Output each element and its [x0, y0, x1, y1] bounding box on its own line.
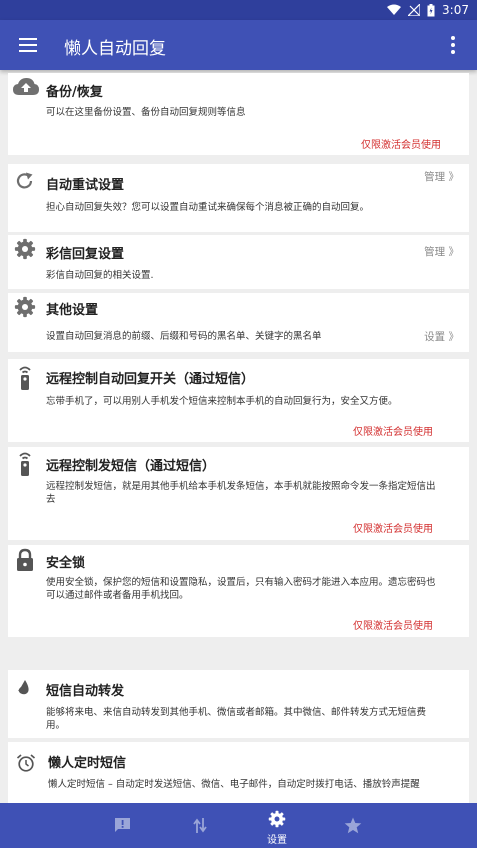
- menu-icon[interactable]: [19, 38, 37, 52]
- card-title: 远程控制发短信（通过短信）: [46, 459, 216, 474]
- card-backup[interactable]: 备份/恢复 可以在这里备份设置、备份自动回复规则等信息 仅限激活会员使用: [8, 73, 469, 155]
- tab-messages[interactable]: [93, 803, 153, 848]
- signal-icon: [408, 4, 421, 16]
- card-sms-forward[interactable]: 短信自动转发 能够将来电、来信自动转发到其他手机、微信或者邮箱。其中微信、邮件转…: [8, 670, 469, 738]
- bottom-navigation: 设置: [0, 803, 477, 848]
- card-remote-send-sms[interactable]: 远程控制发短信（通过短信） 远程控制发短信，就是用其他手机给本手机发条短信，本手…: [8, 447, 469, 540]
- cloud-upload-icon: [13, 78, 39, 95]
- card-other-settings[interactable]: 其他设置 设置自动回复消息的前缀、后缀和号码的黑名单、关键字的黑名单 设置 》: [8, 293, 469, 352]
- member-only-label: 仅限激活会员使用: [353, 524, 433, 535]
- card-title: 备份/恢复: [46, 85, 103, 100]
- remote-control-icon: [19, 452, 31, 476]
- card-description: 忘带手机了，可以用别人手机发个短信来控制本手机的自动回复行为，安全又方便。: [46, 396, 398, 407]
- card-remote-control-switch[interactable]: 远程控制自动回复开关（通过短信） 忘带手机了，可以用别人手机发个短信来控制本手机…: [8, 359, 469, 442]
- card-description: 设置自动回复消息的前缀、后缀和号码的黑名单、关键字的黑名单: [46, 331, 322, 342]
- card-description: 使用安全锁，保护您的短信和设置隐私，设置后，只有输入密码才能进入本应用。遗忘密码…: [46, 577, 436, 601]
- refresh-icon: [16, 172, 33, 189]
- app-bar: 懒人自动回复: [0, 20, 477, 70]
- lock-icon: [17, 548, 33, 571]
- battery-icon: [427, 3, 435, 16]
- remote-control-icon: [19, 366, 31, 390]
- app-title: 懒人自动回复: [64, 39, 166, 59]
- card-description: 担心自动回复失效？您可以设置自动重试来确保每个消息被正确的自动回复。: [46, 202, 370, 213]
- member-only-label: 仅限激活会员使用: [353, 427, 433, 438]
- card-description: 远程控制发短信，就是用其他手机给本手机发条短信，本手机就能按照命令发一条指定短信…: [46, 481, 436, 505]
- more-vert-icon[interactable]: [448, 36, 458, 56]
- gear-icon: [268, 810, 286, 828]
- gear-icon: [14, 296, 36, 318]
- settings-link[interactable]: 设置 》: [424, 329, 459, 344]
- gear-icon: [14, 238, 36, 260]
- tab-settings[interactable]: 设置: [247, 803, 307, 848]
- manage-link[interactable]: 管理 》: [424, 244, 459, 259]
- wifi-icon: [387, 4, 402, 15]
- tab-favorites[interactable]: [323, 803, 383, 848]
- forward-drop-icon: [18, 680, 29, 695]
- card-title: 安全锁: [46, 556, 86, 571]
- status-time: 3:07: [442, 3, 469, 17]
- swap-vert-icon: [193, 818, 207, 833]
- card-title: 短信自动转发: [46, 684, 125, 699]
- card-description: 彩信自动回复的相关设置.: [46, 270, 154, 281]
- card-description: 可以在这里备份设置、备份自动回复规则等信息: [46, 107, 246, 118]
- alarm-clock-icon: [16, 754, 36, 772]
- card-auto-retry[interactable]: 自动重试设置 担心自动回复失效？您可以设置自动重试来确保每个消息被正确的自动回复…: [8, 164, 469, 232]
- member-only-label: 仅限激活会员使用: [361, 140, 441, 151]
- manage-link[interactable]: 管理 》: [424, 169, 459, 184]
- tab-settings-label: 设置: [267, 835, 287, 846]
- card-title: 懒人定时短信: [48, 756, 127, 771]
- card-title: 彩信回复设置: [46, 247, 125, 262]
- card-security-lock[interactable]: 安全锁 使用安全锁，保护您的短信和设置隐私，设置后，只有输入密码才能进入本应用。…: [8, 545, 469, 637]
- card-mms-reply[interactable]: 彩信回复设置 彩信自动回复的相关设置. 管理 》: [8, 235, 469, 289]
- status-bar: 3:07: [0, 0, 477, 20]
- feedback-icon: [115, 818, 130, 832]
- card-title: 其他设置: [46, 303, 99, 318]
- card-description: 懒人定时短信 – 自动定时发送短信、微信、电子邮件，自动定时拨打电话、播放铃声提…: [48, 779, 420, 790]
- tab-transfer[interactable]: [170, 803, 230, 848]
- card-description: 能够将来电、来信自动转发到其他手机、微信或者邮箱。其中微信、邮件转发方式无短信费…: [46, 707, 427, 731]
- card-title: 自动重试设置: [46, 178, 125, 193]
- card-title: 远程控制自动回复开关（通过短信）: [46, 372, 255, 387]
- member-only-label: 仅限激活会员使用: [353, 621, 433, 632]
- card-timed-sms[interactable]: 懒人定时短信 懒人定时短信 – 自动定时发送短信、微信、电子邮件，自动定时拨打电…: [8, 742, 469, 803]
- star-icon: [344, 817, 362, 834]
